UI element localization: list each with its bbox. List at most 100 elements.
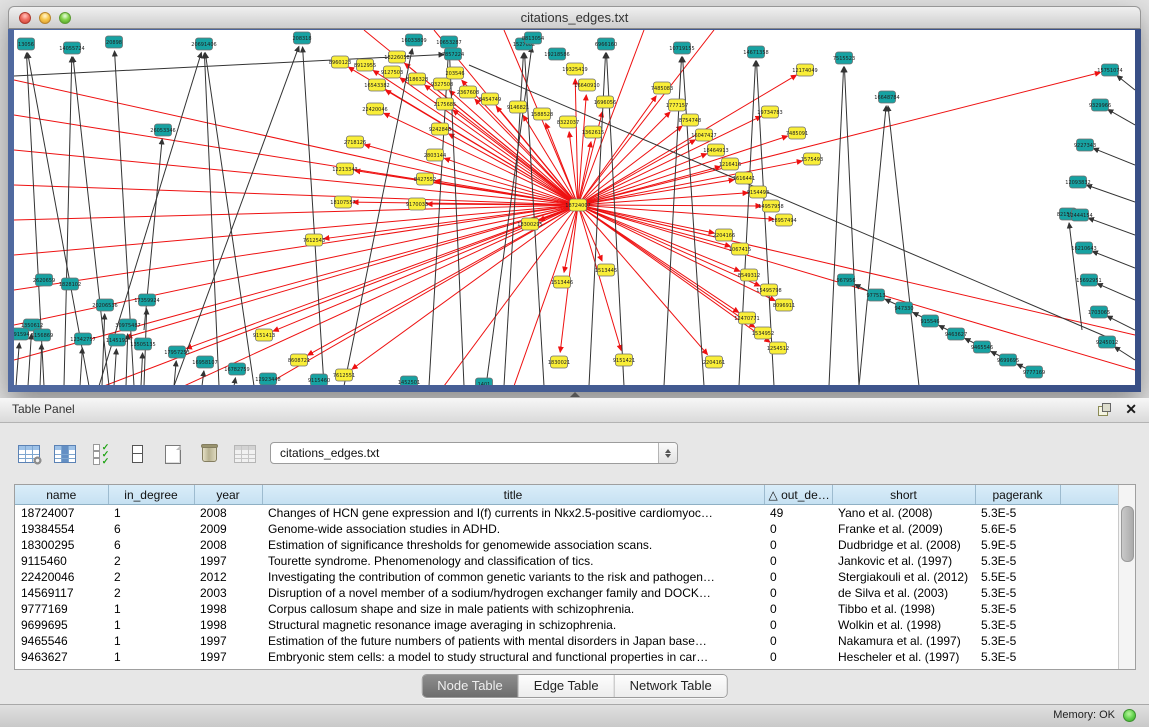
table-row[interactable]: 946362711997Embryonic stem cells: a mode… xyxy=(15,649,1119,665)
panel-splitter-handle[interactable] xyxy=(570,392,580,397)
graph-node[interactable]: 1145192 xyxy=(106,334,128,346)
graph-node[interactable]: 9227343 xyxy=(1074,139,1096,151)
graph-node[interactable]: 16640910 xyxy=(574,79,599,91)
graph-node[interactable]: 14671358 xyxy=(743,46,768,58)
graph-node[interactable]: 9327508 xyxy=(431,78,453,90)
graph-node[interactable]: 915546 xyxy=(920,315,939,327)
graph-node[interactable]: 8186328 xyxy=(406,73,428,85)
graph-node[interactable]: 947330 xyxy=(894,302,913,314)
window-titlebar[interactable]: citations_edges.txt xyxy=(8,6,1141,29)
graph-node[interactable]: 1534952 xyxy=(752,327,774,339)
graph-node[interactable]: 1067415 xyxy=(729,243,751,255)
graph-node[interactable]: 9329966 xyxy=(1089,99,1111,111)
graph-node[interactable]: 8912955 xyxy=(354,59,376,71)
graph-node[interactable]: 18226058 xyxy=(384,51,409,63)
table-row[interactable]: 946554611997Estimation of the future num… xyxy=(15,633,1119,649)
graph-node[interactable]: 19734783 xyxy=(757,106,782,118)
table-row[interactable]: 1872400712008Changes of HCN gene express… xyxy=(15,505,1119,522)
graph-node[interactable]: 17359924 xyxy=(134,294,159,306)
graph-node[interactable]: 12470771 xyxy=(734,312,759,324)
close-window-button[interactable] xyxy=(19,12,31,24)
table-row[interactable]: 2242004622012Investigating the contribut… xyxy=(15,569,1119,585)
graph-node[interactable]: 8608721 xyxy=(288,354,310,366)
graph-node[interactable]: 977513 xyxy=(866,289,885,301)
graph-node[interactable]: 15751074 xyxy=(1097,64,1122,76)
graph-node[interactable]: 391594 xyxy=(14,328,30,340)
graph-node[interactable]: 1616441 xyxy=(733,172,755,184)
graph-node[interactable]: 16033809 xyxy=(401,34,426,46)
graph-node[interactable]: 9242848 xyxy=(429,123,451,135)
graph-node[interactable]: 20691406 xyxy=(191,38,216,50)
graph-node[interactable]: 1401 xyxy=(476,378,493,385)
graph-node[interactable]: 7485083 xyxy=(651,82,673,94)
graph-node[interactable]: 7485091 xyxy=(786,127,808,139)
delete-table-button[interactable] xyxy=(230,440,260,468)
graph-node[interactable]: 9151421 xyxy=(613,354,635,366)
graph-node[interactable]: 9170033 xyxy=(406,198,428,210)
graph-node[interactable]: 8322037 xyxy=(557,116,579,128)
graph-node[interactable]: 1254512 xyxy=(767,342,789,354)
graph-node[interactable]: 13056 xyxy=(18,38,35,50)
float-panel-icon[interactable] xyxy=(1098,403,1111,416)
tab-edge-table[interactable]: Edge Table xyxy=(519,675,615,697)
graph-node[interactable]: 8427552 xyxy=(414,173,436,185)
graph-node[interactable]: 7612543 xyxy=(303,234,325,246)
graph-node[interactable]: 8454749 xyxy=(479,93,501,105)
graph-node[interactable]: 12093832 xyxy=(1065,176,1090,188)
graph-node[interactable]: 22420046 xyxy=(362,103,387,115)
graph-node[interactable]: 12923448 xyxy=(255,373,280,385)
graph-node[interactable]: 18107557 xyxy=(330,196,355,208)
graph-node[interactable]: 208318 xyxy=(292,32,311,44)
delete-column-button[interactable] xyxy=(194,440,224,468)
zoom-window-button[interactable] xyxy=(59,12,71,24)
column-header-out_de[interactable]: △ out_de… xyxy=(764,485,832,505)
tab-network-table[interactable]: Network Table xyxy=(615,675,727,697)
graph-node[interactable]: 12213343 xyxy=(332,163,357,175)
column-header-name[interactable]: name xyxy=(15,485,108,505)
graph-node[interactable]: 15495798 xyxy=(756,284,781,296)
graph-node[interactable]: 8813054 xyxy=(522,32,544,44)
graph-node[interactable]: 7612551 xyxy=(333,369,355,381)
graph-node[interactable]: 9146821 xyxy=(507,101,529,113)
graph-node[interactable]: 19218586 xyxy=(544,48,569,60)
create-column-button[interactable] xyxy=(158,440,188,468)
graph-node[interactable]: 9463627 xyxy=(945,328,967,340)
row-height-button[interactable] xyxy=(122,440,152,468)
graph-node[interactable]: 16648784 xyxy=(874,91,899,103)
table-row[interactable]: 911546021997Tourette syndrome. Phenomeno… xyxy=(15,553,1119,569)
graph-node[interactable]: 1362615 xyxy=(582,126,604,138)
column-header-short[interactable]: short xyxy=(832,485,975,505)
graph-node[interactable]: 18464913 xyxy=(703,144,728,156)
table-row[interactable]: 969969511998Structural magnetic resonanc… xyxy=(15,617,1119,633)
graph-node[interactable]: 1777157 xyxy=(666,99,688,111)
graph-node[interactable]: 1828102 xyxy=(59,278,81,290)
graph-node[interactable]: 7515523 xyxy=(833,52,855,64)
tab-node-table[interactable]: Node Table xyxy=(422,675,519,697)
graph-node[interactable]: 16210643 xyxy=(1071,242,1096,254)
graph-node[interactable]: 8549312 xyxy=(738,269,760,281)
graph-node[interactable]: 14055724 xyxy=(59,42,84,54)
choose-columns-button[interactable] xyxy=(50,440,80,468)
graph-node[interactable]: 12174049 xyxy=(792,64,817,76)
graph-node[interactable]: 19325419 xyxy=(562,63,587,75)
graph-node[interactable]: 9115460 xyxy=(308,374,330,385)
graph-node[interactable]: 2175685 xyxy=(434,98,456,110)
graph-node[interactable]: 9699695 xyxy=(997,354,1019,366)
graph-node[interactable]: 14957958 xyxy=(758,200,783,212)
network-canvas[interactable]: 1872400789601238912955182260589127503165… xyxy=(14,30,1135,385)
memory-status-indicator[interactable] xyxy=(1123,709,1136,722)
graph-node[interactable]: 13505135 xyxy=(130,338,155,350)
table-row[interactable]: 1456911722003Disruption of a novel membe… xyxy=(15,585,1119,601)
graph-node[interactable]: 7857224 xyxy=(442,48,464,60)
graph-node[interactable]: 16958107 xyxy=(192,356,217,368)
close-panel-icon[interactable]: ✕ xyxy=(1125,401,1137,418)
column-settings-button[interactable] xyxy=(14,440,44,468)
graph-node[interactable]: 2367608 xyxy=(457,86,479,98)
scrollbar-thumb[interactable] xyxy=(1121,506,1134,562)
graph-node[interactable]: 203546 xyxy=(445,67,464,79)
graph-node[interactable]: 2204161 xyxy=(703,356,725,368)
graph-node[interactable]: 16782759 xyxy=(224,363,249,375)
graph-node[interactable]: 9154493 xyxy=(747,186,769,198)
graph-node[interactable]: 2718126 xyxy=(344,136,366,148)
graph-node[interactable]: 1452501 xyxy=(398,376,420,385)
